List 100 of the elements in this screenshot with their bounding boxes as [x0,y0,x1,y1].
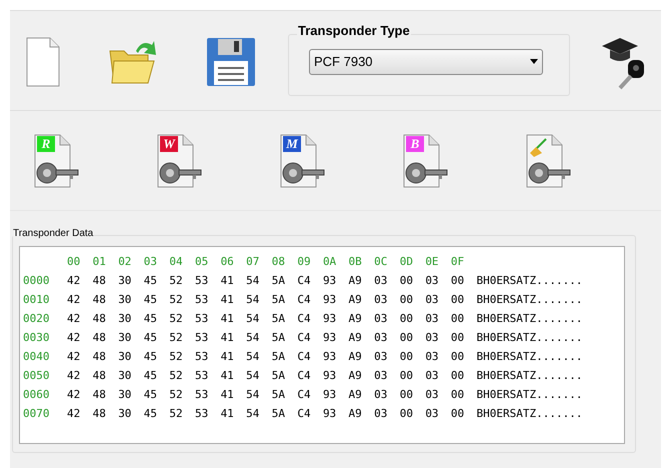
ascii-cell-text: BH0ERSATZ....... [476,349,582,365]
byte-cell-text: 53 [194,330,210,346]
byte-cell-text: 48 [92,273,107,289]
column-header: 0B [348,254,363,270]
byte-cell-text: 41 [220,330,235,346]
byte-cell-text: 54 [246,292,260,308]
column-header: 0C [374,254,388,270]
byte-cell-text: 00 [400,387,414,403]
byte-cell-text: 54 [246,330,260,346]
byte-cell-text: 52 [169,273,184,289]
byte-cell-text: 93 [322,292,338,308]
byte-cell-text: 03 [425,311,440,327]
column-header: 0A [322,254,338,270]
byte-cell-text: 48 [92,406,107,422]
byte-cell-text: 00 [450,330,466,346]
byte-cell-text: 03 [374,311,388,327]
column-header: 00 [67,254,82,270]
byte-cell-text: 30 [118,349,132,365]
letter-badge: R [37,136,55,152]
hex-view[interactable] [19,246,625,444]
byte-cell-text: 53 [194,406,210,422]
byte-cell-text: 48 [92,330,107,346]
column-header: 03 [144,254,158,270]
document-key-broom-icon[interactable] [524,132,572,188]
byte-cell-text: C4 [297,368,312,384]
byte-cell-text: 03 [425,387,440,403]
address-cell-text: 0050 [23,368,50,384]
byte-cell-text: 03 [374,368,388,384]
byte-cell-text: 54 [246,406,260,422]
group-label: Transponder Data [13,228,94,240]
ascii-cell-text: BH0ERSATZ....... [476,311,582,327]
letter-badge: M [283,136,301,152]
byte-cell-text: 54 [246,273,260,289]
byte-cell-text: 53 [194,349,210,365]
byte-cell-text: A9 [348,330,363,346]
byte-cell-text: 45 [144,387,158,403]
byte-cell-text: 53 [194,368,210,384]
address-cell-text: 0070 [23,406,50,422]
byte-cell-text: 52 [169,330,184,346]
byte-cell-text: 41 [220,292,235,308]
byte-cell-text: 00 [450,311,466,327]
byte-cell-text: 52 [169,292,184,308]
column-header: 0D [400,254,414,270]
byte-cell-text: 42 [67,330,82,346]
byte-cell-text: 45 [144,311,158,327]
byte-cell-text: C4 [297,292,312,308]
column-header: 0E [425,254,440,270]
byte-cell-text: 52 [169,368,184,384]
byte-cell-text: 53 [194,273,210,289]
byte-cell-text: 48 [92,349,107,365]
save-icon[interactable] [206,36,256,86]
byte-cell-text: 03 [425,349,440,365]
byte-cell-text: 41 [220,311,235,327]
byte-cell-text: C4 [297,406,312,422]
byte-cell-text: 54 [246,387,260,403]
column-header: 02 [118,254,132,270]
column-header: 0F [450,254,466,270]
byte-cell-text: C4 [297,273,312,289]
byte-cell-text: 00 [400,273,414,289]
byte-cell-text: 30 [118,368,132,384]
byte-cell-text: 93 [322,368,338,384]
byte-cell-text: A9 [348,406,363,422]
byte-cell-text: 00 [400,349,414,365]
byte-cell-text: 54 [246,368,260,384]
byte-cell-text: 30 [118,406,132,422]
byte-cell-text: 5A [272,273,286,289]
byte-cell-text: 42 [67,311,82,327]
byte-cell-text: 03 [425,368,440,384]
byte-cell-text: 54 [246,311,260,327]
byte-cell-text: C4 [297,387,312,403]
byte-cell-text: 03 [425,330,440,346]
byte-cell-text: 03 [374,387,388,403]
byte-cell-text: 5A [272,311,286,327]
byte-cell-text: 00 [450,387,466,403]
byte-cell-text: 93 [322,311,338,327]
byte-cell-text: 53 [194,311,210,327]
blank-document-icon[interactable] [26,36,60,86]
column-header: 07 [246,254,260,270]
ascii-cell-text: BH0ERSATZ....... [476,292,582,308]
byte-cell-text: 5A [272,368,286,384]
byte-cell-text: 5A [272,292,286,308]
byte-cell-text: 45 [144,273,158,289]
byte-cell-text: 42 [67,292,82,308]
byte-cell-text: 41 [220,273,235,289]
column-header: 09 [297,254,312,270]
byte-cell-text: 54 [246,349,260,365]
byte-cell-text: A9 [348,292,363,308]
byte-cell-text: A9 [348,368,363,384]
byte-cell-text: 42 [67,368,82,384]
byte-cell-text: 53 [194,292,210,308]
byte-cell-text: 00 [400,330,414,346]
byte-cell-text: 45 [144,368,158,384]
byte-cell-text: 5A [272,349,286,365]
transponder-type-dropdown[interactable]: PCF 7930 [309,48,543,74]
address-cell-text: 0020 [23,311,50,327]
letter-badge: B [406,136,424,152]
byte-cell-text: C4 [297,330,312,346]
column-header: 04 [169,254,184,270]
byte-cell-text: 42 [67,273,82,289]
byte-cell-text: 30 [118,387,132,403]
